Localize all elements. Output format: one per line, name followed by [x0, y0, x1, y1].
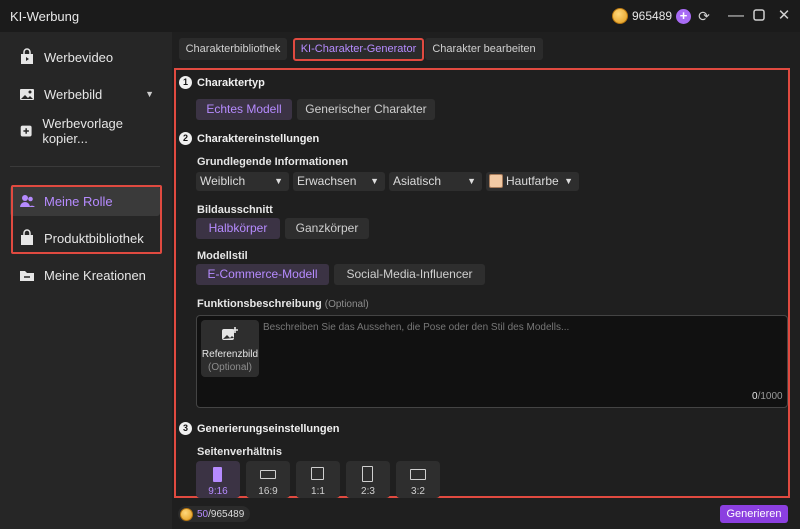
sidebar-item-label: Werbevorlage kopier... — [42, 116, 124, 146]
chevron-down-icon: ▼ — [370, 176, 379, 186]
credits-total: /965489 — [208, 508, 245, 520]
tab-ki-charakter-generator[interactable]: KI-Charakter-Generator — [293, 38, 424, 61]
refresh-icon[interactable]: ⟳ — [695, 7, 713, 25]
ratio-2-3[interactable]: 2:3 — [346, 461, 390, 498]
description-optional: (Optional) — [324, 299, 369, 310]
tab-charakterbibliothek[interactable]: Charakterbibliothek — [179, 38, 287, 60]
sidebar-divider — [10, 166, 160, 167]
counter-max: /1000 — [757, 391, 783, 402]
section-charaktereinstellungen: 2 Charaktereinstellungen — [179, 132, 319, 145]
minimize-icon[interactable]: — — [727, 7, 745, 25]
age-value: Erwachsen — [297, 174, 357, 188]
app-title: KI-Werbung — [10, 9, 80, 24]
folder-icon — [20, 271, 34, 281]
ratio-16-9[interactable]: 16:9 — [246, 461, 290, 498]
ratio-portrait-icon — [213, 467, 222, 482]
basic-info-title: Grundlegende Informationen — [197, 156, 348, 168]
skin-color-value: Hautfarbe — [506, 174, 559, 188]
ratio-square-icon — [311, 467, 324, 480]
maximize-icon[interactable] — [750, 7, 768, 25]
sidebar-item-meine-kreationen[interactable]: Meine Kreationen — [10, 260, 160, 290]
step-number: 2 — [179, 132, 192, 145]
section-generierungseinstellungen: 3 Generierungseinstellungen — [179, 422, 339, 435]
description-title: Funktionsbeschreibung (Optional) — [197, 298, 369, 310]
chevron-down-icon: ▼ — [564, 176, 573, 186]
reference-image-optional: (Optional) — [208, 362, 252, 373]
option-halbkoerper[interactable]: Halbkörper — [196, 218, 280, 239]
gender-select[interactable]: Weiblich ▼ — [196, 172, 289, 191]
option-ganzkoerper[interactable]: Ganzkörper — [285, 218, 369, 239]
description-label: Funktionsbeschreibung — [197, 298, 322, 310]
ratio-portrait-icon — [362, 466, 373, 482]
ratio-title: Seitenverhältnis — [197, 446, 282, 458]
ethnicity-value: Asiatisch — [393, 174, 442, 188]
character-counter: 0/1000 — [752, 391, 783, 402]
section-title: Charaktereinstellungen — [197, 132, 320, 145]
section-title: Generierungseinstellungen — [197, 422, 340, 435]
step-number: 3 — [179, 422, 192, 435]
copy-template-icon — [20, 125, 32, 137]
ratio-9-16[interactable]: 9:16 — [196, 461, 240, 498]
chevron-down-icon: ▼ — [467, 176, 476, 186]
reference-image-label: Referenzbild — [201, 349, 259, 360]
crop-title: Bildausschnitt — [197, 204, 273, 216]
skin-color-select[interactable]: Hautfarbe ▼ — [486, 172, 579, 191]
option-generischer-charakter[interactable]: Generischer Charakter — [297, 99, 435, 120]
sidebar-highlight-box — [11, 185, 162, 254]
coin-icon — [180, 507, 193, 521]
ratio-label: 1:1 — [311, 486, 325, 497]
ratio-label: 2:3 — [361, 486, 375, 497]
ethnicity-select[interactable]: Asiatisch ▼ — [389, 172, 482, 191]
add-image-icon — [222, 327, 238, 340]
section-charaktertyp: 1 Charaktertyp — [179, 76, 265, 89]
option-e-commerce-modell[interactable]: E-Commerce-Modell — [196, 264, 329, 285]
sidebar-item-werbevorlage[interactable]: Werbevorlage kopier... — [10, 116, 160, 146]
credits-used: 50 — [197, 508, 209, 520]
section-title: Charaktertyp — [197, 76, 265, 89]
reference-image-button[interactable]: Referenzbild (Optional) — [201, 320, 259, 377]
gender-value: Weiblich — [200, 174, 246, 188]
coin-icon — [612, 8, 628, 24]
sidebar-item-werbebild[interactable]: Werbebild ▼ — [10, 79, 160, 109]
credits-display: 965489 + — [612, 6, 692, 26]
option-echtes-modell[interactable]: Echtes Modell — [196, 99, 292, 120]
skin-tone-swatch-icon — [489, 174, 503, 188]
sidebar-item-label: Meine Kreationen — [44, 267, 146, 283]
close-icon[interactable]: ✕ — [775, 7, 793, 25]
sidebar-item-werbevideo[interactable]: Werbevideo — [10, 42, 160, 72]
ratio-label: 3:2 — [411, 486, 425, 497]
chevron-down-icon: ▼ — [274, 176, 283, 186]
age-select[interactable]: Erwachsen ▼ — [293, 172, 385, 191]
step-number: 1 — [179, 76, 192, 89]
style-title: Modellstil — [197, 250, 248, 262]
generate-button[interactable]: Generieren — [720, 505, 788, 523]
sidebar-item-label: Werbebild — [44, 86, 103, 102]
image-icon — [20, 89, 34, 100]
ratio-landscape-icon — [410, 469, 426, 480]
cost-display: 50/965489 — [178, 506, 251, 522]
chevron-down-icon[interactable]: ▼ — [145, 89, 154, 99]
ratio-label: 16:9 — [258, 486, 278, 497]
add-credits-button[interactable]: + — [676, 8, 692, 24]
sidebar-item-label: Werbevideo — [44, 49, 114, 65]
ratio-3-2[interactable]: 3:2 — [396, 461, 440, 498]
description-placeholder: Beschreiben Sie das Aussehen, die Pose o… — [263, 322, 570, 333]
credits-value: 965489 — [632, 9, 673, 23]
video-bag-icon — [21, 48, 33, 64]
ratio-landscape-icon — [260, 470, 276, 479]
ratio-1-1[interactable]: 1:1 — [296, 461, 340, 498]
title-bar: KI-Werbung 965489 + ⟳ — ✕ — [0, 0, 800, 32]
option-social-media-influencer[interactable]: Social-Media-Influencer — [334, 264, 485, 285]
ratio-label: 9:16 — [208, 486, 228, 497]
tab-charakter-bearbeiten[interactable]: Charakter bearbeiten — [425, 38, 543, 60]
